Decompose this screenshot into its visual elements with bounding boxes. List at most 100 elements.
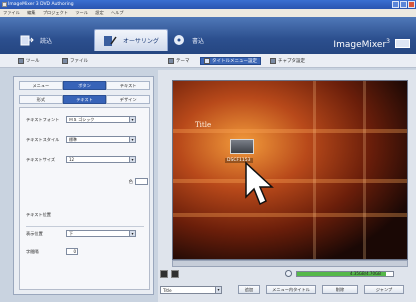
menu-preview[interactable]: Title DSCF1153 <box>172 80 408 260</box>
color-label: 色 <box>128 178 133 184</box>
menu-edit[interactable]: 編集 <box>27 10 35 15</box>
preview-scrollbar[interactable] <box>172 260 408 267</box>
brand-version: 3 <box>386 38 390 45</box>
toolbar-chapter[interactable]: チャプタ設定 <box>270 57 305 65</box>
settings-panel: テキストフォント ＭＳ ゴシック ▾ テキストスタイル 標準 ▾ テキストサイズ… <box>19 107 150 290</box>
brand-logo: ImageMixer3 <box>333 38 390 50</box>
menu-title-text[interactable]: Title <box>195 121 211 129</box>
subtab-text[interactable]: テキスト <box>62 95 107 104</box>
file-icon <box>62 58 68 64</box>
toolbar-file-label: ファイル <box>70 59 88 64</box>
title-menu-icon <box>204 58 210 64</box>
spacing-stepper[interactable]: 0 <box>66 248 78 255</box>
title-select[interactable]: Title ▾ <box>160 286 222 294</box>
next-page-button[interactable] <box>171 270 179 278</box>
minimize-button[interactable] <box>392 1 399 8</box>
add-button[interactable]: 追加 <box>238 285 260 294</box>
color-row: 色 <box>26 178 150 185</box>
chevron-down-icon: ▾ <box>129 137 135 142</box>
toolbar-theme-label: テーマ <box>176 59 190 64</box>
font-row: テキストフォント ＭＳ ゴシック ▾ <box>26 116 150 123</box>
placement-section: テキスト位置 <box>26 212 150 218</box>
close-button[interactable] <box>408 1 415 8</box>
previous-page-button[interactable] <box>160 270 168 278</box>
tab-write[interactable]: 書込 <box>172 31 204 49</box>
settings-pane: メニュー ボタン テキスト 形式 テキスト デザイン テキストフォント ＭＳ ゴ… <box>13 76 154 295</box>
background-band <box>173 213 407 217</box>
tab-write-label: 書込 <box>192 37 205 45</box>
style-select[interactable]: 標準 ▾ <box>66 136 136 143</box>
bottom-controls: 4.35GB/4.70GB Title ▾ 追加 メニュー内タイトル 削除 ジャ… <box>158 268 416 302</box>
theme-icon <box>168 58 174 64</box>
style-row: テキストスタイル 標準 ▾ <box>26 136 150 143</box>
spacing-row: 字間隔 0 <box>26 248 150 255</box>
tab-import-label: 読込 <box>40 37 53 45</box>
font-label: テキストフォント <box>26 116 60 122</box>
capacity-label: 4.35GB/4.70GB <box>350 271 381 276</box>
toolbar-tool[interactable]: ツール <box>18 57 40 65</box>
window-titlebar: ImageMixer 3 DVD Authoring <box>0 0 416 9</box>
tab-button[interactable]: ボタン <box>62 81 107 90</box>
menu-bar: ファイル 編集 プロジェクト ツール 設定 ヘルプ <box>0 9 416 17</box>
menu-help[interactable]: ヘルプ <box>111 10 124 15</box>
tab-import[interactable]: 読込 <box>20 31 52 49</box>
font-select[interactable]: ＭＳ ゴシック ▾ <box>66 116 136 123</box>
chapter-thumbnail[interactable] <box>230 139 254 154</box>
position-row: 表示位置 下 ▾ <box>26 230 150 237</box>
background-stripe <box>363 81 366 259</box>
settings-subtabs: 形式 テキスト デザイン <box>19 95 151 104</box>
sub-toolbar: ツール ファイル テーマ タイトルメニュー設定 チャプタ設定 <box>0 54 416 68</box>
style-value: 標準 <box>69 137 77 142</box>
menu-background-image <box>173 81 407 259</box>
app-icon <box>2 2 7 7</box>
style-label: テキストスタイル <box>26 136 60 142</box>
toolbar-tool-label: ツール <box>26 59 40 64</box>
tab-authoring-label: オーサリング <box>123 38 159 45</box>
menu-tools[interactable]: ツール <box>75 10 88 15</box>
toolbar-theme[interactable]: テーマ <box>168 57 190 65</box>
menu-settings[interactable]: 設定 <box>95 10 103 15</box>
mouse-cursor-icon <box>245 161 274 206</box>
size-label: テキストサイズ <box>26 156 56 162</box>
chevron-down-icon: ▾ <box>129 231 135 236</box>
tab-text[interactable]: テキスト <box>106 81 151 90</box>
section-divider <box>26 226 144 227</box>
color-picker[interactable] <box>135 178 148 185</box>
toolbar-file[interactable]: ファイル <box>62 57 88 65</box>
title-select-value: Title <box>163 288 172 293</box>
background-band <box>173 129 407 133</box>
delete-button[interactable]: 削除 <box>322 285 358 294</box>
toolbar-title-menu[interactable]: タイトルメニュー設定 <box>200 57 261 65</box>
tab-authoring[interactable]: オーサリング <box>94 29 168 51</box>
position-label: 表示位置 <box>26 230 43 236</box>
chapter-icon <box>270 58 276 64</box>
font-value: ＭＳ ゴシック <box>69 117 95 122</box>
menu-project[interactable]: プロジェクト <box>43 10 68 15</box>
menu-file[interactable]: ファイル <box>3 10 20 15</box>
authoring-icon <box>104 35 117 46</box>
position-value: 下 <box>69 231 73 236</box>
placement-section-label: テキスト位置 <box>26 212 51 217</box>
brand-name: ImageMixer <box>333 40 387 50</box>
tool-icon <box>18 58 24 64</box>
subtab-format[interactable]: 形式 <box>19 95 63 104</box>
size-value: 12 <box>69 157 75 162</box>
window-title: ImageMixer 3 DVD Authoring <box>8 2 74 7</box>
chevron-down-icon: ▾ <box>215 287 221 293</box>
background-stripe <box>313 81 316 259</box>
tab-menu[interactable]: メニュー <box>19 81 63 90</box>
size-row: テキストサイズ 12 ▾ <box>26 156 150 163</box>
jump-button[interactable]: ジャンプ <box>364 285 404 294</box>
toolbar-chapter-label: チャプタ設定 <box>278 59 305 64</box>
position-select[interactable]: 下 ▾ <box>66 230 136 237</box>
brand-badge <box>395 39 410 48</box>
write-icon <box>174 35 184 45</box>
spacing-label: 字間隔 <box>26 248 39 254</box>
size-select[interactable]: 12 ▾ <box>66 156 136 163</box>
subtab-design[interactable]: デザイン <box>106 95 151 104</box>
chevron-down-icon: ▾ <box>129 157 135 162</box>
maximize-button[interactable] <box>400 1 407 8</box>
disc-icon <box>285 270 292 277</box>
menu-title-button[interactable]: メニュー内タイトル <box>266 285 316 294</box>
mode-tab-bar: 読込 オーサリング 書込 ImageMixer3 <box>0 17 416 54</box>
